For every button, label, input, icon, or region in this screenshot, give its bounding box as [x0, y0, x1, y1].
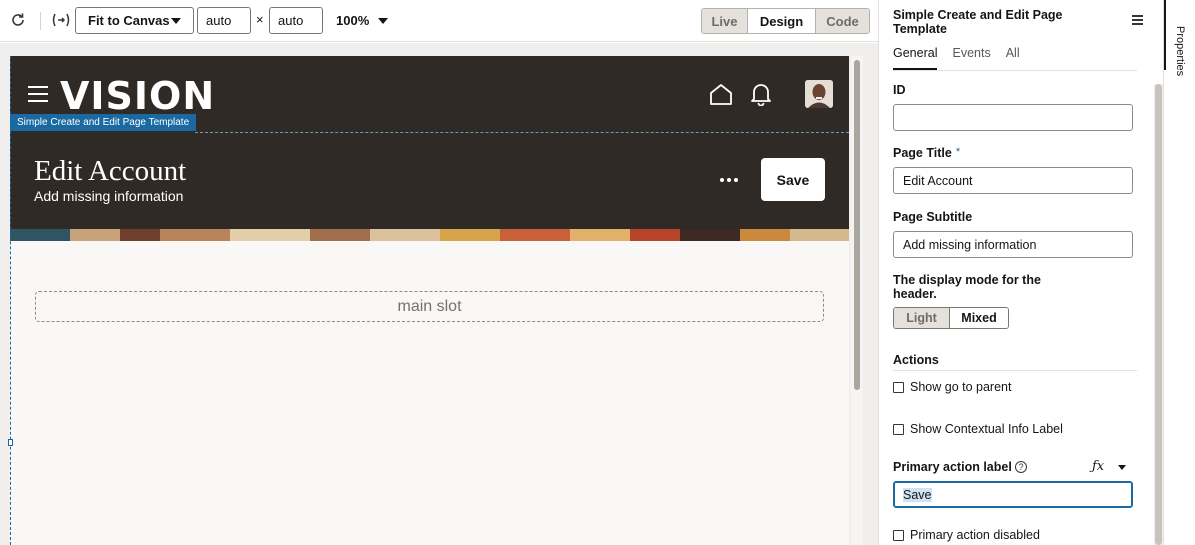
- live-mode-button[interactable]: Live: [702, 9, 748, 33]
- show-contextual-info-label: Show Contextual Info Label: [910, 422, 1063, 436]
- selection-edge: [10, 56, 11, 545]
- canvas-width-input[interactable]: auto: [197, 7, 251, 34]
- properties-panel: Simple Create and Edit Page Template Gen…: [878, 0, 1153, 545]
- chevron-down-icon: [171, 18, 181, 24]
- decorative-pattern: [10, 229, 849, 241]
- save-button[interactable]: Save: [761, 158, 825, 201]
- toolbar-divider: [40, 12, 41, 30]
- template-tag[interactable]: Simple Create and Edit Page Template: [10, 114, 197, 131]
- checkbox-icon[interactable]: [893, 529, 904, 541]
- zoom-select[interactable]: 100%: [336, 13, 369, 28]
- show-contextual-info-checkbox[interactable]: Show Contextual Info Label: [893, 422, 1063, 436]
- actions-divider: [893, 370, 1137, 371]
- id-field[interactable]: [893, 104, 1133, 131]
- zoom-chevron-down-icon[interactable]: [378, 18, 388, 24]
- avatar[interactable]: [805, 80, 833, 108]
- vision-logo: VISION: [60, 74, 216, 118]
- canvas-scrollbar[interactable]: [851, 56, 863, 545]
- primary-action-label-value: Save: [903, 487, 932, 502]
- page-title-label: Page Title *: [893, 146, 960, 160]
- selection-outline: [195, 132, 849, 133]
- canvas-toolbar: Fit to Canvas auto × auto 100% Live Desi…: [0, 0, 878, 42]
- required-indicator: *: [955, 146, 961, 158]
- actions-heading: Actions: [893, 353, 939, 367]
- page-title-field[interactable]: Edit Account: [893, 167, 1133, 194]
- panel-menu-icon[interactable]: [1132, 15, 1143, 25]
- panel-scrollbar-thumb[interactable]: [1155, 84, 1162, 545]
- refresh-icon[interactable]: [8, 10, 28, 30]
- checkbox-icon[interactable]: [893, 381, 904, 393]
- display-mode-mixed-button[interactable]: Mixed: [950, 308, 1008, 328]
- show-go-to-parent-label: Show go to parent: [910, 380, 1012, 394]
- properties-tabs: General Events All: [893, 46, 1035, 70]
- fit-to-canvas-select[interactable]: Fit to Canvas: [75, 7, 194, 34]
- show-go-to-parent-checkbox[interactable]: Show go to parent: [893, 380, 1011, 394]
- variables-icon[interactable]: [51, 10, 71, 30]
- side-tab-strip: [1163, 0, 1195, 545]
- display-mode-label: The display mode for the header.: [893, 273, 1041, 301]
- page-subtitle-label: Page Subtitle: [893, 210, 973, 224]
- panel-title: Simple Create and Edit Page Template: [893, 8, 1063, 36]
- primary-action-label-field[interactable]: Save: [893, 481, 1133, 508]
- times-symbol: ×: [256, 12, 264, 27]
- more-actions-icon[interactable]: [716, 168, 742, 192]
- primary-action-disabled-checkbox[interactable]: Primary action disabled: [893, 528, 1040, 542]
- fit-to-canvas-label: Fit to Canvas: [88, 13, 170, 28]
- expression-chevron-down-icon[interactable]: [1118, 465, 1126, 470]
- primary-action-label-heading: Primary action label: [893, 460, 1012, 474]
- display-mode-toggle: Light Mixed: [893, 307, 1009, 329]
- page-title-label-text: Page Title: [893, 146, 952, 160]
- expression-icon[interactable]: ƒx: [1092, 459, 1104, 474]
- checkbox-icon[interactable]: [893, 423, 904, 435]
- view-mode-toggle: Live Design Code: [701, 8, 870, 34]
- canvas-scrollbar-thumb[interactable]: [854, 60, 860, 390]
- properties-side-tab-label: Properties: [1174, 26, 1186, 77]
- design-mode-button[interactable]: Design: [748, 9, 816, 33]
- page-header[interactable]: VISION Simple Create and Edit Page Templ…: [10, 56, 849, 241]
- hamburger-menu-icon[interactable]: [28, 86, 48, 102]
- display-mode-light-button[interactable]: Light: [894, 308, 950, 328]
- page-title: Edit Account: [34, 155, 187, 187]
- tab-general[interactable]: General: [893, 46, 938, 70]
- primary-action-disabled-label: Primary action disabled: [910, 528, 1040, 542]
- tab-events[interactable]: Events: [952, 46, 990, 70]
- id-label: ID: [893, 83, 906, 97]
- page-preview[interactable]: VISION Simple Create and Edit Page Templ…: [10, 56, 849, 545]
- home-icon[interactable]: [709, 83, 733, 105]
- page-subtitle-field[interactable]: Add missing information: [893, 231, 1133, 258]
- main-slot-dropzone[interactable]: main slot: [35, 291, 824, 322]
- canvas-height-input[interactable]: auto: [269, 7, 323, 34]
- page-subtitle: Add missing information: [34, 188, 184, 204]
- tab-all[interactable]: All: [1006, 46, 1020, 70]
- help-icon[interactable]: ?: [1015, 461, 1027, 473]
- tabs-divider: [893, 70, 1137, 71]
- code-mode-button[interactable]: Code: [816, 9, 869, 33]
- panel-scrollbar[interactable]: [1154, 84, 1163, 545]
- resize-handle[interactable]: [8, 439, 13, 446]
- bell-icon[interactable]: [750, 82, 772, 106]
